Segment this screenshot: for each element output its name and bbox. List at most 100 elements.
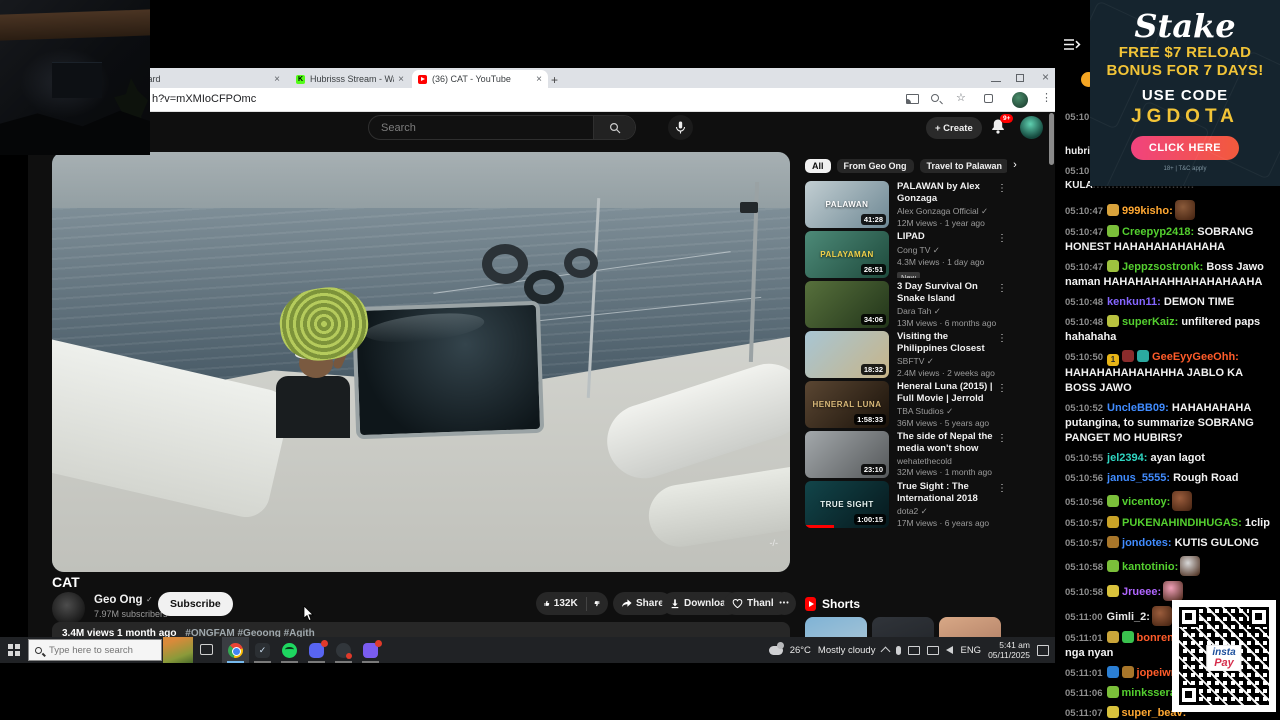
video-hashtags[interactable]: #ONGFAM #Geoong #Agith [185,628,314,637]
chat-obscured-line: hubri [1065,146,1090,157]
cast-icon[interactable] [906,94,919,104]
tray-monitor-icon[interactable] [927,645,940,655]
video-meta: LIPAD Cong TV ✓ 4.3M views · 1 day ago New [889,231,1007,278]
extensions-icon[interactable] [984,94,993,103]
hidden-icons-chevron[interactable] [881,646,891,657]
video-thumbnail[interactable]: PALAYAMAN 26:51 [805,231,889,278]
filter-chip[interactable]: All [805,158,831,173]
chat-emote [1163,581,1184,601]
temperature[interactable]: 26°C [790,645,811,656]
video-options-icon[interactable]: ⋮ [997,283,1007,294]
video-options-icon[interactable]: ⋮ [997,383,1007,394]
video-description-box[interactable]: 3.4M views 1 month ago #ONGFAM #Geoong #… [52,622,790,637]
suggested-video[interactable]: HENERAL LUNA 1:58:33 Heneral Luna (2015) |… [805,381,1007,428]
address-bar[interactable]: h?v=mXMIoCFPOmc [152,93,256,105]
video-thumbnail[interactable]: TRUE SIGHT 1:00:15 [805,481,889,528]
suggested-video[interactable]: 34:06 3 Day Survival On Snake Island Dara … [805,281,1007,328]
video-thumbnail[interactable]: HENERAL LUNA 1:58:33 [805,381,889,428]
more-actions-button[interactable]: ••• [773,592,796,615]
window-minimize-button[interactable] [991,72,1001,82]
chat-timestamp: 05:10:55 [1065,453,1104,464]
video-options-icon[interactable]: ⋮ [997,483,1007,494]
new-tab-button[interactable]: + [551,73,558,87]
browser-tab[interactable]: (36) CAT - YouTube × [412,70,548,88]
zoom-icon[interactable] [931,94,939,102]
gray-taskbar-icon[interactable] [330,637,357,663]
filter-chip[interactable]: From Geo Ong [836,158,914,173]
filter-chips: AllFrom Geo OngTravel to PalawanCo [805,157,1007,174]
blue-taskbar-icon[interactable] [357,637,384,663]
notification-badge [375,640,382,647]
language-indicator[interactable]: ENG [960,645,981,656]
tab-close-icon[interactable]: × [398,74,404,85]
channel-avatar[interactable] [52,592,85,625]
like-count: 132K [553,598,578,609]
video-options-icon[interactable]: ⋮ [997,183,1007,194]
suggested-video[interactable]: TRUE SIGHT 1:00:15 True Sight : The Intern… [805,481,1007,528]
weather-condition[interactable]: Mostly cloudy [818,645,876,656]
voice-search-button[interactable] [668,115,693,140]
taskbar-clock[interactable]: 5:41 am 05/11/2025 [988,640,1030,660]
window-close-button[interactable]: × [1042,70,1049,84]
bookmark-star-icon[interactable]: ☆ [956,91,966,104]
discord-taskbar-icon[interactable] [303,637,330,663]
youtube-favicon-icon [418,74,427,84]
tray-mic-icon[interactable] [896,645,902,655]
video-thumbnail[interactable]: 34:06 [805,281,889,328]
page-scrollbar[interactable] [1049,113,1054,165]
qr-finder-square [1179,685,1199,705]
shorts-thumbnail[interactable] [805,617,867,637]
video-channel: SBFTV ✓ [897,356,934,366]
suggested-video[interactable]: 23:10 The side of Nepal the media won't s… [805,431,1007,478]
suggested-video[interactable]: PALAYAMAN 26:51 LIPAD Cong TV ✓ 4.3M views ·… [805,231,1007,278]
chips-scroll-arrow[interactable]: › [1007,157,1023,173]
chat-message: 05:10:58 Jrueee: [1065,581,1273,601]
notification-count-badge: 9+ [1000,114,1014,123]
like-dislike-buttons[interactable]: 132K [536,592,608,615]
dark-taskbar-icon[interactable]: ✓ [249,637,276,663]
window-maximize-button[interactable] [1016,74,1024,82]
video-options-icon[interactable]: ⋮ [997,333,1007,344]
tray-display-icon[interactable] [908,645,921,655]
filter-chip[interactable]: Travel to Palawan [919,158,1007,173]
chat-timestamp: 05:10:56 [1065,473,1104,484]
chat-badge-icon [1107,225,1120,237]
browser-menu-icon[interactable]: ⋮ [1041,91,1052,104]
suggested-video[interactable]: 18:32 Visiting the Philippines Closest Is… [805,331,1007,378]
browser-profile-avatar[interactable] [1012,92,1028,108]
tab-close-icon[interactable]: × [274,74,280,85]
taskbar-search-input[interactable] [47,643,155,657]
video-thumbnail[interactable]: PALAWAN 41:28 [805,181,889,228]
video-thumbnail[interactable]: 18:32 [805,331,889,378]
youtube-search-bar[interactable] [368,115,636,140]
weather-widget-thumbnail[interactable] [163,637,193,663]
subscribe-button[interactable]: Subscribe [158,592,233,616]
video-thumbnail[interactable]: 23:10 [805,431,889,478]
video-options-icon[interactable]: ⋮ [997,433,1007,444]
video-player[interactable]: -/- [52,152,790,572]
tray-speaker-icon[interactable] [946,646,954,654]
spotify-taskbar-icon[interactable] [276,637,303,663]
video-options-icon[interactable]: ⋮ [997,233,1007,244]
search-input[interactable] [369,121,593,134]
chrome-taskbar-icon[interactable] [222,637,249,663]
action-center-icon[interactable] [1037,644,1049,656]
chat-timestamp: 05:10:50 [1065,352,1104,363]
task-view-button[interactable] [200,644,213,655]
chat-username: jel2394: [1107,452,1148,464]
start-button[interactable] [8,644,20,656]
kick-favicon-icon: K [296,74,305,84]
create-button[interactable]: + Create [926,117,982,139]
browser-tab[interactable]: K Hubrisss Stream - Watch Live o × [290,70,410,88]
chat-message: 05:10:52 UncleBB09: HAHAHAHAHA putangina,… [1065,402,1254,444]
shorts-thumbnail[interactable] [872,617,934,637]
weather-icon[interactable] [768,641,784,655]
chat-timestamp: 05:11:06 [1065,688,1103,699]
shorts-thumbnail[interactable] [939,617,1001,637]
suggested-video[interactable]: PALAWAN 41:28 PALAWAN by Alex Gonzaga Alex … [805,181,1007,228]
youtube-account-avatar[interactable] [1020,116,1043,139]
tab-close-icon[interactable]: × [536,74,542,85]
search-button[interactable] [593,116,635,139]
taskbar-search-box[interactable] [28,639,162,661]
channel-name[interactable]: Geo Ong [94,594,143,606]
